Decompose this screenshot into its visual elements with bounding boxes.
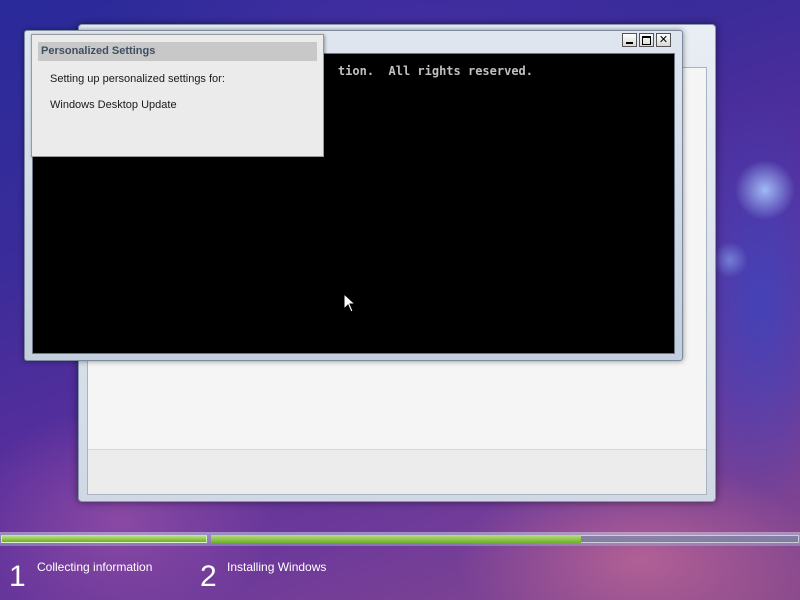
step-number: 1 [9,560,26,593]
mouse-cursor-icon [343,293,357,313]
personalized-settings-dialog: Personalized Settings Setting up persona… [31,34,324,157]
setup-window-footer [88,449,706,494]
maximize-button[interactable] [639,33,654,47]
minimize-button[interactable] [622,33,637,47]
dialog-message: Setting up personalized settings for: [50,73,225,85]
progress-segment-installing-fill [211,535,581,543]
dialog-component-name: Windows Desktop Update [50,99,177,111]
step-number: 2 [200,560,217,593]
progress-segment-collecting [1,535,207,543]
close-icon: ✕ [658,33,669,46]
maximize-icon [642,36,651,45]
close-button[interactable]: ✕ [656,33,671,47]
step-label: Installing Windows [227,560,327,574]
minimize-icon [626,42,633,44]
step-label: Collecting information [37,560,153,574]
setup-progress-bar [0,532,800,546]
desktop-background: ✕ tion. All rights reserved. Personalize… [0,0,800,600]
dialog-title: Personalized Settings [38,42,317,61]
